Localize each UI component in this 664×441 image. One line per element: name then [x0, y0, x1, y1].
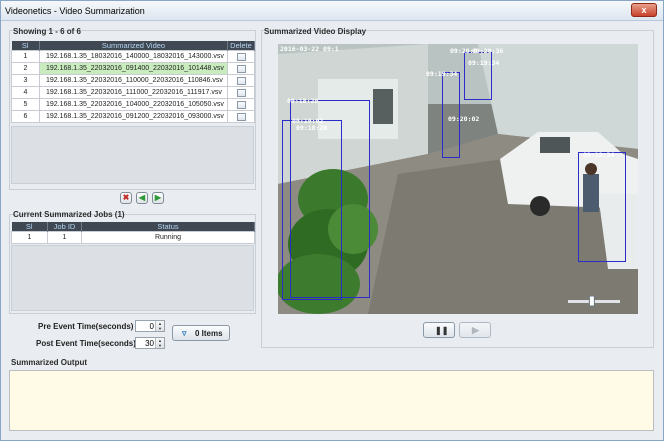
row-video[interactable]: 192.168.1.35_22032016_104000_22032016_10… — [39, 98, 228, 111]
row-sl: 2 — [11, 62, 40, 75]
col-job-status[interactable]: Status — [81, 222, 255, 232]
table-row[interactable]: 6 192.168.1.35_22032016_091200_22032016_… — [11, 110, 255, 123]
job-sl: 1 — [11, 231, 48, 244]
col-sl[interactable]: Sl — [11, 41, 40, 51]
delete-checkbox[interactable] — [236, 88, 246, 97]
video-display-label: Summarized Video Display — [264, 27, 367, 36]
arrow-right-icon: ▶ — [154, 193, 162, 202]
job-row[interactable]: 1 1 Running — [11, 231, 255, 244]
row-sl: 6 — [11, 110, 40, 123]
pre-event-value: 0 — [149, 322, 154, 331]
table-row[interactable]: 1 192.168.1.35_18032016_140000_18032016_… — [11, 50, 255, 63]
overlay-label: 09:19:34 — [426, 70, 458, 78]
row-video[interactable]: 192.168.1.35_22032016_110000_22032016_11… — [39, 74, 228, 87]
delete-checkbox[interactable] — [236, 64, 246, 73]
row-video[interactable]: 192.168.1.35_22032016_091400_22032016_10… — [39, 62, 228, 75]
post-event-stepper[interactable]: 30 ▲ ▼ — [135, 337, 165, 349]
window-title: Videonetics - Video Summarization — [5, 6, 145, 16]
jobs-label: Current Summarized Jobs (1) — [13, 210, 125, 219]
delete-checkbox[interactable] — [236, 112, 246, 121]
row-delete — [227, 110, 255, 123]
row-delete — [227, 98, 255, 111]
video-timestamp: 2016-03-22 09:1 — [280, 45, 339, 53]
spinner-arrows-icon[interactable]: ▲ ▼ — [155, 321, 164, 331]
row-video[interactable]: 192.168.1.35_18032016_140000_18032016_14… — [39, 50, 228, 63]
overlay-label: 09:18:20 — [287, 97, 319, 105]
table-row[interactable]: 2 192.168.1.35_22032016_091400_22032016_… — [11, 62, 255, 75]
row-sl: 1 — [11, 50, 40, 63]
row-delete — [227, 74, 255, 87]
overlay-label: 09:19:34 — [468, 59, 500, 67]
pause-button[interactable]: ❚❚ — [423, 322, 455, 338]
items-button-label: 0 Items — [195, 329, 223, 338]
app-window: Videonetics - Video Summarization x Show… — [0, 0, 664, 441]
post-event-value: 30 — [145, 339, 154, 348]
video-frame[interactable]: 2016-03-22 09:1 09:20:0 09:20:36 09:19:3… — [278, 44, 638, 314]
row-delete — [227, 50, 255, 63]
delete-checkbox[interactable] — [236, 52, 246, 61]
pause-icon: ❚❚ — [435, 326, 449, 335]
arrow-left-icon: ◀ — [138, 193, 146, 202]
post-event-label: Post Event Time(seconds) — [36, 339, 136, 348]
col-job-id[interactable]: Job ID — [47, 222, 82, 232]
job-status: Running — [81, 231, 255, 244]
overlay-label: 09:18:20 — [296, 124, 328, 132]
jobs-table: Sl Job ID Status 1 1 Running — [11, 222, 255, 244]
remove-icon: ✖ — [122, 193, 130, 202]
overlay-label: 09:20:36 — [472, 47, 504, 55]
job-id: 1 — [47, 231, 82, 244]
row-video[interactable]: 192.168.1.35_22032016_111000_22032016_11… — [39, 86, 228, 99]
detection-box — [578, 152, 626, 262]
videos-table-empty-area — [11, 126, 254, 184]
row-delete — [227, 86, 255, 99]
col-job-sl[interactable]: Sl — [11, 222, 48, 232]
delete-selected-button[interactable]: ✖ — [120, 192, 132, 204]
pre-event-stepper[interactable]: 0 ▲ ▼ — [135, 320, 165, 332]
row-delete — [227, 62, 255, 75]
spinner-arrows-icon[interactable]: ▲ ▼ — [155, 338, 164, 348]
play-icon: ▶ — [472, 325, 479, 335]
next-button[interactable]: ▶ — [152, 192, 164, 204]
overlay-label: 09:20:02 — [448, 115, 480, 123]
summarized-output-area[interactable] — [9, 370, 654, 431]
delete-checkbox[interactable] — [236, 100, 246, 109]
seek-thumb[interactable] — [588, 295, 595, 307]
play-button[interactable]: ▶ — [459, 322, 491, 338]
table-row[interactable]: 5 192.168.1.35_22032016_104000_22032016_… — [11, 98, 255, 111]
row-sl: 5 — [11, 98, 40, 111]
row-sl: 3 — [11, 74, 40, 87]
row-video[interactable]: 192.168.1.35_22032016_091200_22032016_09… — [39, 110, 228, 123]
delete-checkbox[interactable] — [236, 76, 246, 85]
overlay-label: 09:19:34 — [583, 151, 615, 159]
jobs-table-empty-area — [11, 245, 254, 311]
table-row[interactable]: 4 192.168.1.35_22032016_111000_22032016_… — [11, 86, 255, 99]
summarized-output-label: Summarized Output — [11, 358, 88, 367]
col-video[interactable]: Summarized Video — [39, 41, 228, 51]
items-button[interactable]: ▿ 0 Items — [172, 325, 230, 341]
showing-label: Showing 1 - 6 of 6 — [13, 27, 82, 36]
close-button[interactable]: x — [631, 3, 657, 17]
table-row[interactable]: 3 192.168.1.35_22032016_110000_22032016_… — [11, 74, 255, 87]
title-bar: Videonetics - Video Summarization x — [1, 1, 663, 21]
row-sl: 4 — [11, 86, 40, 99]
previous-button[interactable]: ◀ — [136, 192, 148, 204]
videos-table: Sl Summarized Video Delete 1 192.168.1.3… — [11, 41, 255, 123]
detection-box — [282, 120, 342, 300]
pre-event-label: Pre Event Time(seconds) — [38, 322, 134, 331]
basket-icon: ▿ — [182, 328, 187, 338]
col-delete[interactable]: Delete — [227, 41, 255, 51]
